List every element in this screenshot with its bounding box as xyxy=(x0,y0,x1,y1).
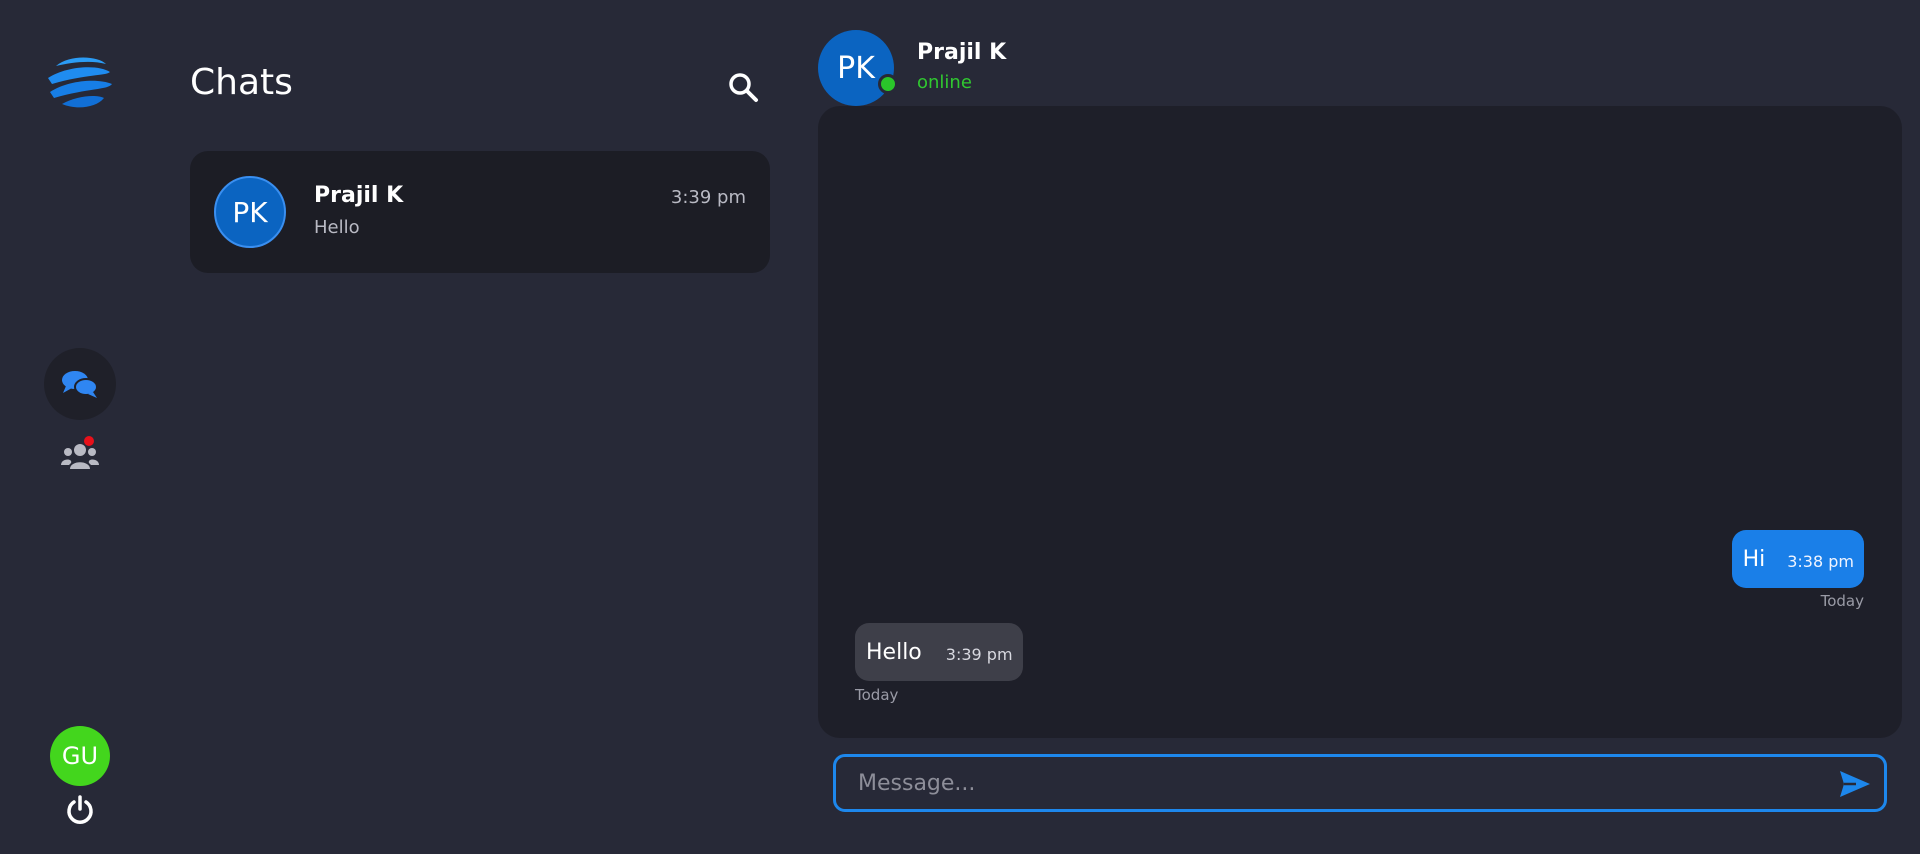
send-icon[interactable] xyxy=(1838,767,1872,801)
message-text: Hi xyxy=(1742,546,1766,572)
outgoing-message[interactable]: Hi 3:38 pm xyxy=(1731,530,1864,588)
current-user-avatar[interactable]: GU xyxy=(50,726,110,786)
message-text: Hello xyxy=(866,639,922,665)
left-rail: GU xyxy=(0,0,160,854)
chat-bubbles-icon xyxy=(62,371,98,398)
contact-avatar[interactable]: PK xyxy=(818,30,894,106)
contact-initials: PK xyxy=(837,50,875,86)
search-icon[interactable] xyxy=(724,68,764,108)
message-input[interactable] xyxy=(856,765,1816,801)
avatar: PK xyxy=(214,176,286,248)
message-time: 3:38 pm xyxy=(1787,551,1854,571)
message-day: Today xyxy=(1820,592,1864,610)
contact-name: Prajil K xyxy=(917,40,1007,65)
chat-contact-name: Prajil K xyxy=(314,183,404,208)
chat-list-item[interactable]: PK Prajil K Hello 3:39 pm xyxy=(190,151,770,273)
message-list[interactable]: Hi 3:38 pm Today Hello 3:39 pm Today xyxy=(818,106,1902,738)
chat-last-message: Hello xyxy=(314,217,360,238)
power-icon[interactable] xyxy=(64,794,96,826)
incoming-message[interactable]: Hello 3:39 pm xyxy=(855,623,1023,681)
online-indicator xyxy=(878,74,898,94)
message-day: Today xyxy=(855,686,899,704)
users-icon xyxy=(61,444,99,469)
chat-timestamp: 3:39 pm xyxy=(670,187,746,208)
user-initials: GU xyxy=(61,742,99,770)
contact-status: online xyxy=(917,72,972,93)
notification-badge xyxy=(84,436,94,446)
message-composer xyxy=(833,754,1887,812)
chats-title: Chats xyxy=(190,62,293,103)
nav-chats-button[interactable] xyxy=(44,348,116,420)
globe-logo[interactable] xyxy=(46,54,112,110)
nav-groups-button[interactable] xyxy=(44,420,116,492)
message-time: 3:39 pm xyxy=(945,644,1013,664)
avatar-initials: PK xyxy=(232,195,268,229)
